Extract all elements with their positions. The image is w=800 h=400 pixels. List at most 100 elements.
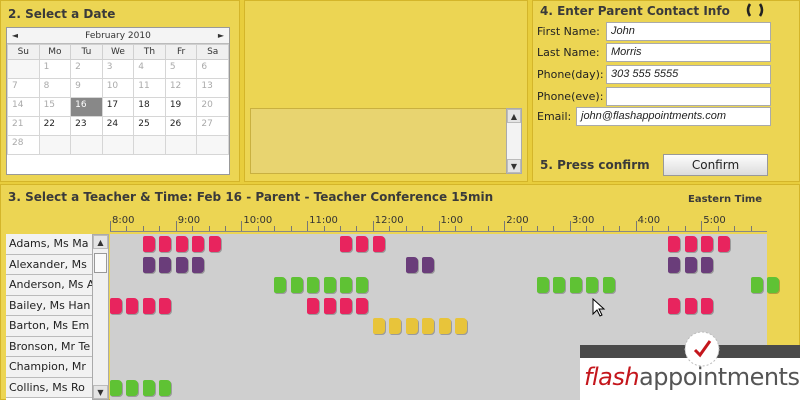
time-slot-pink[interactable]: [192, 236, 205, 252]
time-slot-pink[interactable]: [684, 236, 697, 252]
notes-area[interactable]: [250, 108, 508, 174]
time-tick: [307, 221, 309, 231]
teacher-row[interactable]: Alexander, Ms: [6, 254, 92, 275]
time-slot-purple[interactable]: [192, 256, 205, 273]
time-tick: [438, 221, 440, 231]
field-input[interactable]: Morris: [606, 43, 771, 62]
field-input[interactable]: john@flashappointments.com: [576, 107, 771, 126]
time-slot-green[interactable]: [356, 277, 369, 293]
time-slot-pink[interactable]: [208, 236, 221, 252]
scroll-down-arrow-icon[interactable]: ▼: [507, 159, 521, 173]
time-slot-green[interactable]: [323, 277, 336, 293]
time-slot-pink[interactable]: [126, 297, 139, 314]
time-slot-yellow[interactable]: [422, 318, 435, 334]
time-slot-purple[interactable]: [142, 256, 155, 273]
time-tick: [422, 226, 424, 231]
time-slot-pink[interactable]: [668, 236, 681, 252]
time-slot-pink[interactable]: [701, 297, 714, 314]
time-slot-pink[interactable]: [159, 236, 172, 252]
time-slot-green[interactable]: [274, 277, 287, 293]
calendar-day[interactable]: 25: [133, 116, 166, 136]
time-slot-pink[interactable]: [142, 236, 155, 252]
scroll-up-arrow-icon[interactable]: ▲: [93, 235, 108, 249]
time-slot-green[interactable]: [290, 277, 303, 293]
timezone-label: Eastern Time: [688, 194, 763, 205]
time-tick: [323, 226, 325, 231]
time-slot-green[interactable]: [110, 379, 122, 396]
scroll-thumb[interactable]: [94, 253, 107, 273]
time-slot-green[interactable]: [159, 379, 172, 396]
time-tick: [241, 221, 243, 231]
time-slot-pink[interactable]: [142, 297, 155, 314]
time-slot-green[interactable]: [126, 379, 139, 396]
calendar-day: 8: [38, 78, 72, 98]
teacher-row[interactable]: Barton, Ms Em: [6, 316, 92, 337]
time-slot-pink[interactable]: [701, 236, 714, 252]
time-slot-pink[interactable]: [159, 297, 172, 314]
calendar-day[interactable]: 26: [164, 116, 198, 136]
calendar-day[interactable]: 16: [70, 97, 103, 117]
notes-scrollbar[interactable]: ▲ ▼: [506, 108, 522, 174]
calendar-day[interactable]: 22: [38, 116, 72, 136]
confirm-button[interactable]: Confirm: [663, 154, 768, 176]
calendar-day[interactable]: 19: [164, 97, 198, 117]
calendar-day[interactable]: 24: [101, 116, 135, 136]
time-slot-green[interactable]: [307, 277, 320, 293]
time-slot-yellow[interactable]: [389, 318, 402, 334]
next-month-button[interactable]: ►: [213, 31, 229, 40]
time-slot-green[interactable]: [339, 277, 352, 293]
teacher-list-scrollbar[interactable]: ▲ ▼: [92, 234, 109, 400]
teacher-row[interactable]: Adams, Ms Ma: [6, 234, 92, 255]
time-slot-purple[interactable]: [422, 256, 435, 273]
refresh-icon[interactable]: [744, 2, 766, 18]
field-input[interactable]: [606, 87, 771, 106]
teacher-row[interactable]: Bronson, Mr Te: [6, 336, 92, 357]
time-tick: [586, 226, 588, 231]
prev-month-button[interactable]: ◄: [7, 31, 23, 40]
time-slot-pink[interactable]: [356, 297, 369, 314]
time-slot-green[interactable]: [586, 277, 599, 293]
time-slot-yellow[interactable]: [454, 318, 467, 334]
scroll-up-arrow-icon[interactable]: ▲: [507, 109, 521, 123]
time-slot-green[interactable]: [569, 277, 582, 293]
time-slot-pink[interactable]: [307, 297, 320, 314]
field-input[interactable]: John: [606, 22, 771, 41]
time-slot-yellow[interactable]: [405, 318, 418, 334]
time-slot-pink[interactable]: [110, 297, 122, 314]
time-slot-yellow[interactable]: [438, 318, 451, 334]
time-slot-green[interactable]: [553, 277, 566, 293]
time-slot-purple[interactable]: [684, 256, 697, 273]
teacher-row[interactable]: Bailey, Ms Han: [6, 295, 92, 316]
time-tick: [504, 221, 506, 231]
teacher-row[interactable]: Champion, Mr: [6, 357, 92, 378]
calendar-day[interactable]: 23: [70, 116, 103, 136]
time-slot-pink[interactable]: [668, 297, 681, 314]
time-slot-purple[interactable]: [159, 256, 172, 273]
time-slot-green[interactable]: [142, 379, 155, 396]
time-slot-pink[interactable]: [356, 236, 369, 252]
time-slot-pink[interactable]: [372, 236, 385, 252]
calendar-day[interactable]: 17: [101, 97, 135, 117]
calendar-day[interactable]: 18: [133, 97, 166, 117]
time-slot-purple[interactable]: [701, 256, 714, 273]
time-slot-pink[interactable]: [339, 236, 352, 252]
field-input[interactable]: 303 555 5555: [606, 65, 771, 84]
time-slot-yellow[interactable]: [372, 318, 385, 334]
calendar-day: 27: [196, 116, 229, 136]
time-slot-pink[interactable]: [339, 297, 352, 314]
time-slot-green[interactable]: [602, 277, 615, 293]
teacher-row[interactable]: Collins, Ms Ro: [6, 377, 92, 398]
time-slot-purple[interactable]: [668, 256, 681, 273]
teacher-row[interactable]: Anderson, Ms A: [6, 275, 92, 296]
time-slot-purple[interactable]: [405, 256, 418, 273]
time-slot-green[interactable]: [750, 277, 763, 293]
time-slot-purple[interactable]: [175, 256, 188, 273]
time-slot-pink[interactable]: [717, 236, 730, 252]
time-slot-green[interactable]: [537, 277, 550, 293]
time-tick: [110, 221, 111, 231]
time-slot-green[interactable]: [767, 277, 779, 293]
time-slot-pink[interactable]: [684, 297, 697, 314]
time-slot-pink[interactable]: [323, 297, 336, 314]
time-slot-pink[interactable]: [175, 236, 188, 252]
scroll-down-arrow-icon[interactable]: ▼: [93, 385, 108, 399]
